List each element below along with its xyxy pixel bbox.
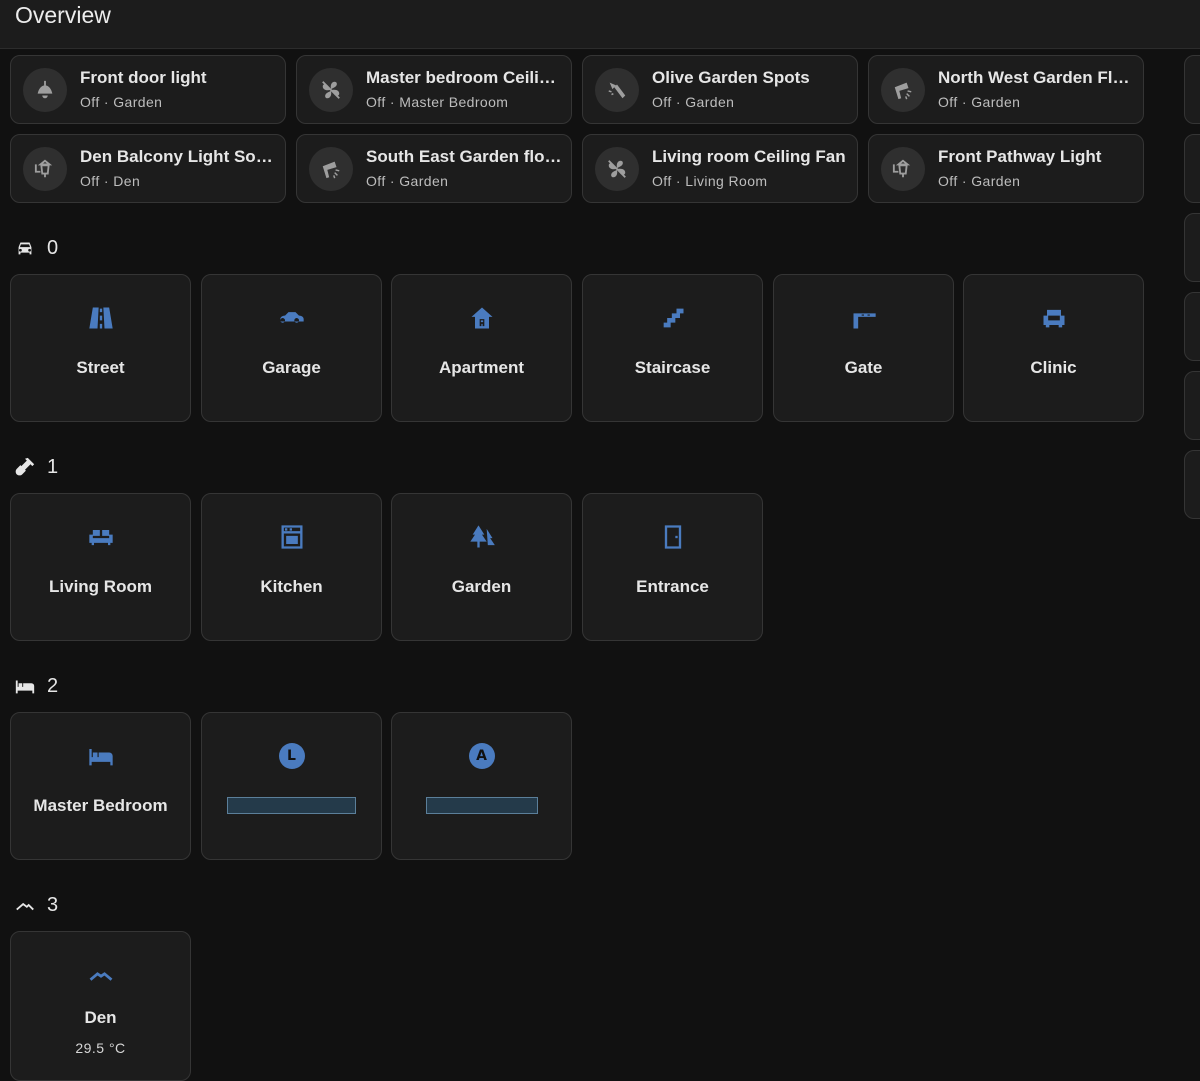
redacted-name-bar <box>426 797 538 814</box>
area-name: Entrance <box>636 577 709 596</box>
tile-name: North West Garden Flo... <box>938 68 1134 87</box>
letter-badge-icon: A <box>392 741 571 771</box>
spotlight-icon[interactable] <box>595 68 639 112</box>
shovel-icon <box>15 457 35 476</box>
section-header-1: 1 <box>14 453 58 481</box>
section-label: 1 <box>47 455 59 478</box>
tile-north-west-garden-flood[interactable]: North West Garden Flo... Off · Garden <box>868 55 1144 124</box>
tile-den-balcony-light[interactable]: Den Balcony Light Sou... Off · Den <box>10 134 286 203</box>
section-label: 2 <box>47 674 59 697</box>
tile-name: Front Pathway Light <box>938 147 1102 166</box>
tile-partial[interactable] <box>1184 134 1200 203</box>
home-letter-icon <box>392 303 571 333</box>
letter-badge-icon: L <box>202 741 381 771</box>
pine-trees-icon <box>392 522 571 552</box>
badge-letter: A <box>468 743 495 769</box>
tile-state: Off · Den <box>80 173 141 189</box>
tile-master-bedroom-fan[interactable]: Master bedroom Ceilin... Off · Master Be… <box>296 55 572 124</box>
tile-state: Off · Master Bedroom <box>366 94 509 110</box>
roof-icon <box>11 960 190 990</box>
area-name: Garage <box>262 358 321 377</box>
tile-name: Living room Ceiling Fan <box>652 147 846 166</box>
boom-gate-icon <box>774 303 953 333</box>
fan-off-icon[interactable] <box>309 68 353 112</box>
tile-name: Den Balcony Light Sou... <box>80 147 276 166</box>
area-name: Clinic <box>1030 358 1077 377</box>
tile-state: Off · Garden <box>80 94 163 110</box>
tile-name: Olive Garden Spots <box>652 68 810 87</box>
tile-living-room-fan[interactable]: Living room Ceiling Fan Off · Living Roo… <box>582 134 858 203</box>
tile-olive-garden-spots[interactable]: Olive Garden Spots Off · Garden <box>582 55 858 124</box>
card-partial[interactable] <box>1184 450 1200 519</box>
area-garden[interactable]: Garden <box>391 493 572 641</box>
area-unnamed-l[interactable]: L <box>201 712 382 860</box>
area-kitchen[interactable]: Kitchen <box>201 493 382 641</box>
fan-off-icon[interactable] <box>595 147 639 191</box>
card-partial[interactable] <box>1184 371 1200 440</box>
area-living-room[interactable]: Living Room <box>10 493 191 641</box>
car-icon <box>18 242 32 255</box>
area-name: Garden <box>451 577 512 596</box>
outdoor-lamp-icon[interactable] <box>23 147 67 191</box>
redacted-name-bar <box>227 797 356 814</box>
area-name: Apartment <box>438 358 524 377</box>
outdoor-lamp-icon[interactable] <box>881 147 925 191</box>
area-den[interactable]: Den 29.5 °C <box>10 931 191 1081</box>
card-partial[interactable] <box>1184 292 1200 361</box>
floodlight-icon[interactable] <box>881 68 925 112</box>
bed-icon <box>11 741 190 771</box>
area-apartment[interactable]: Apartment <box>391 274 572 422</box>
tile-state: Off · Garden <box>938 94 1021 110</box>
tile-name: Front door light <box>80 68 207 87</box>
tile-south-east-garden-flood[interactable]: South East Garden floo... Off · Garden <box>296 134 572 203</box>
area-garage[interactable]: Garage <box>201 274 382 422</box>
area-clinic[interactable]: Clinic <box>963 274 1144 422</box>
stairs-icon <box>583 303 762 333</box>
area-unnamed-a[interactable]: A <box>391 712 572 860</box>
tile-front-pathway-light[interactable]: Front Pathway Light Off · Garden <box>868 134 1144 203</box>
area-name: Kitchen <box>260 577 323 596</box>
road-icon <box>11 303 190 333</box>
area-name: Gate <box>844 358 883 377</box>
top-app-bar: Overview <box>0 0 1200 49</box>
area-street[interactable]: Street <box>10 274 191 422</box>
area-name: Staircase <box>634 358 711 377</box>
area-gate[interactable]: Gate <box>773 274 954 422</box>
area-staircase[interactable]: Staircase <box>582 274 763 422</box>
floodlight-icon[interactable] <box>309 147 353 191</box>
area-name: Living Room <box>49 577 152 596</box>
tile-state: Off · Living Room <box>652 173 768 189</box>
section-header-0: 0 <box>14 234 58 262</box>
area-temperature: 29.5 °C <box>75 1040 126 1056</box>
roof-icon <box>16 902 34 911</box>
section-label: 3 <box>47 893 59 916</box>
badge-letter: L <box>278 743 305 769</box>
bed-icon <box>15 680 35 694</box>
stove-icon <box>202 522 381 552</box>
car-side-icon <box>202 303 381 333</box>
tile-state: Off · Garden <box>938 173 1021 189</box>
tile-name: South East Garden floo... <box>366 147 562 166</box>
area-name: Den <box>84 1008 117 1027</box>
page-title: Overview <box>15 2 111 28</box>
area-master-bedroom[interactable]: Master Bedroom <box>10 712 191 860</box>
section-header-2: 2 <box>14 672 58 700</box>
tile-state: Off · Garden <box>366 173 449 189</box>
tile-state: Off · Garden <box>652 94 735 110</box>
area-name: Street <box>76 358 125 377</box>
area-entrance[interactable]: Entrance <box>582 493 763 641</box>
door-icon <box>583 522 762 552</box>
card-partial[interactable] <box>1184 213 1200 282</box>
armchair-icon <box>964 303 1143 333</box>
section-header-3: 3 <box>14 891 58 919</box>
section-label: 0 <box>47 236 59 259</box>
tile-front-door-light[interactable]: Front door light Off · Garden <box>10 55 286 124</box>
area-name: Master Bedroom <box>33 796 168 815</box>
sofa-icon <box>11 522 190 552</box>
tile-name: Master bedroom Ceilin... <box>366 68 562 87</box>
tile-partial[interactable] <box>1184 55 1200 124</box>
ceiling-light-icon[interactable] <box>23 68 67 112</box>
